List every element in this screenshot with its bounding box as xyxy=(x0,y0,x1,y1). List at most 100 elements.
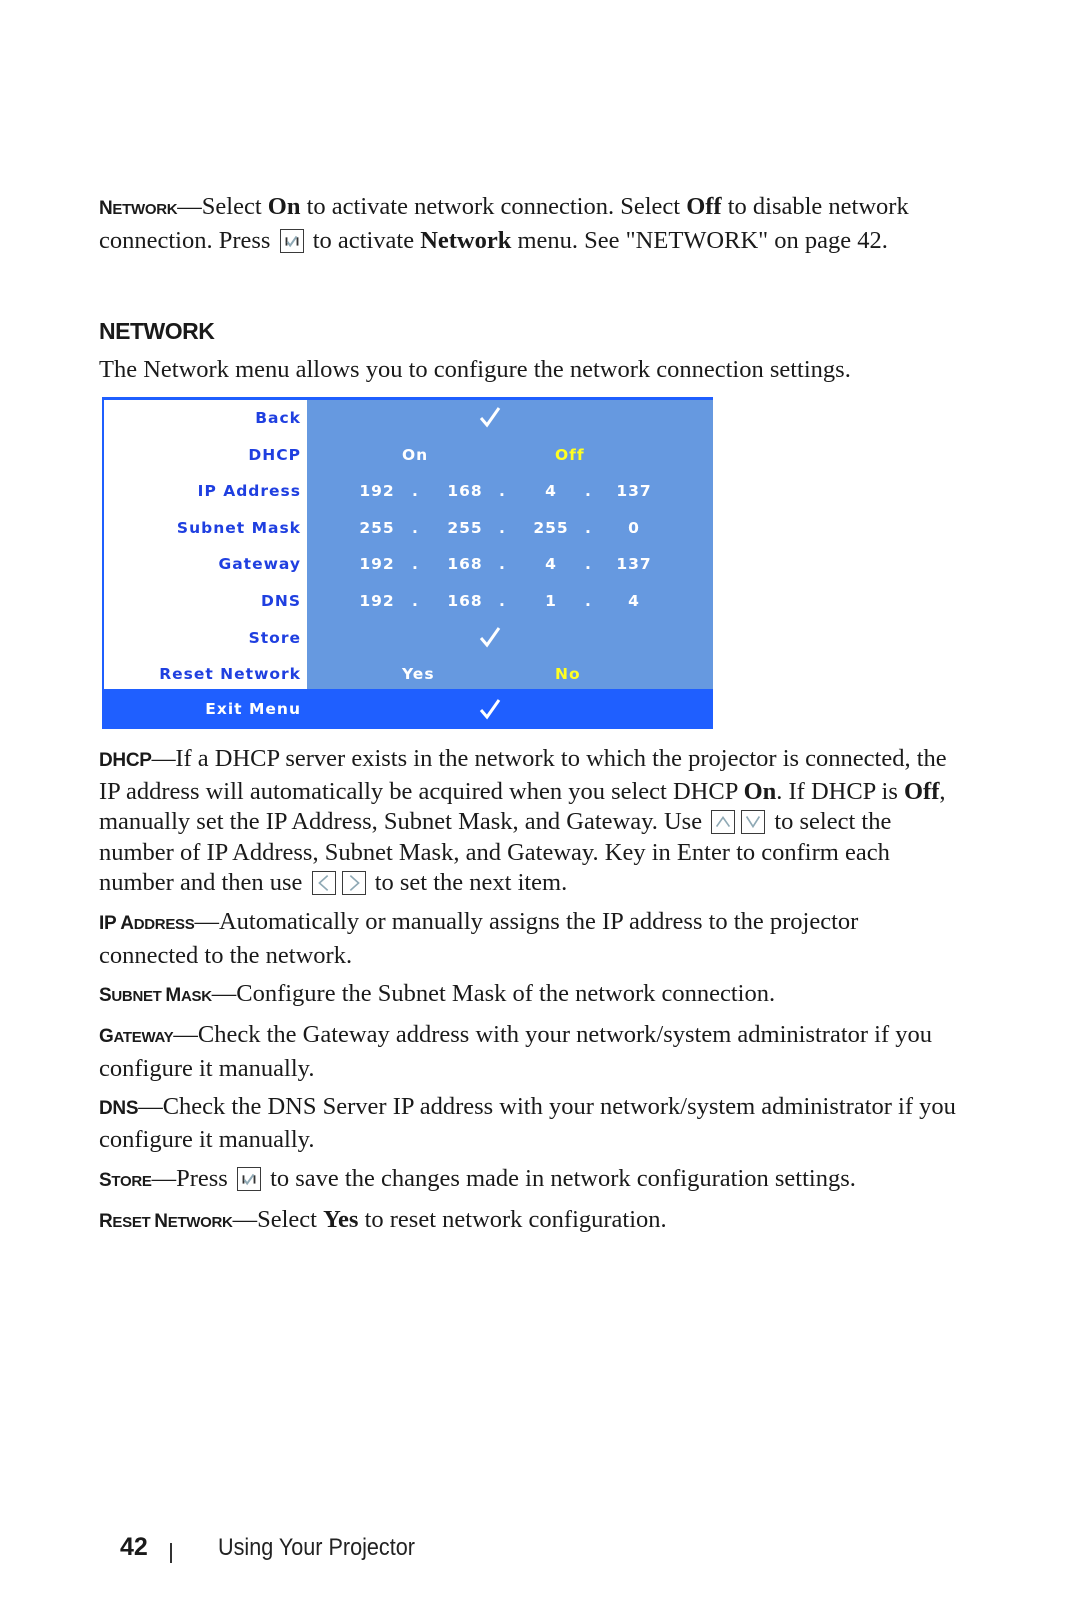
osd-label: Exit Menu xyxy=(205,700,301,718)
checkmark-icon xyxy=(479,626,501,648)
footer-section-title: Using Your Projector xyxy=(218,1534,415,1561)
octet-field[interactable]: 168 xyxy=(445,583,485,620)
network-term: Network xyxy=(420,226,512,254)
osd-label: Subnet Mask xyxy=(176,518,301,537)
octet-separator: . xyxy=(412,555,419,574)
lead-gateway: GATEWAY xyxy=(99,1026,174,1047)
network-osd-menu: Back DHCP On Off IP Address 192 168 4 137... Subn… xyxy=(102,397,713,729)
osd-value-cell[interactable]: 255 255 255 0... xyxy=(307,509,713,547)
osd-value-cell[interactable] xyxy=(307,400,713,437)
octet-field[interactable]: 192 xyxy=(357,583,397,620)
octet-field[interactable]: 168 xyxy=(445,473,485,510)
text: Select xyxy=(257,1206,324,1233)
dash: — xyxy=(151,1165,177,1192)
yes-term: Yes xyxy=(323,1206,359,1233)
gateway-description: GATEWAY—Check the Gateway address with y… xyxy=(99,1020,959,1084)
osd-row-subnet-mask[interactable]: Subnet Mask 255 255 255 0... xyxy=(102,509,713,547)
option-on[interactable]: On xyxy=(402,437,428,474)
octet-field[interactable]: 255 xyxy=(357,510,397,547)
octet-separator: . xyxy=(585,555,592,574)
check-button-icon xyxy=(236,1167,261,1191)
option-no[interactable]: No xyxy=(555,656,581,693)
left-arrow-button-icon xyxy=(311,871,336,895)
dash: — xyxy=(232,1206,258,1233)
octet-separator: . xyxy=(499,555,506,574)
ip-address-description: IP ADDRESS—Automatically or manually ass… xyxy=(99,907,959,971)
octet-separator: . xyxy=(412,592,419,610)
octet-separator: . xyxy=(585,518,592,537)
osd-row-store[interactable]: Store xyxy=(102,619,713,657)
dash: — xyxy=(138,1093,163,1120)
osd-label: DNS xyxy=(260,592,301,610)
down-arrow-button-icon xyxy=(741,810,766,834)
text: Press xyxy=(176,1165,234,1192)
osd-value-cell[interactable]: Yes No xyxy=(307,656,713,693)
osd-label: DHCP xyxy=(248,445,301,464)
option-yes[interactable]: Yes xyxy=(402,656,435,693)
octet-field[interactable]: 192 xyxy=(357,546,397,583)
text: to save the changes made in network conf… xyxy=(263,1165,856,1192)
octet-field[interactable]: 255 xyxy=(445,510,485,547)
octet-field[interactable]: 0 xyxy=(614,510,654,547)
on-term: On xyxy=(267,193,301,220)
osd-value-cell[interactable] xyxy=(307,619,713,657)
lead-ip-address: IP ADDRESS xyxy=(99,913,195,934)
octet-separator: . xyxy=(585,482,592,501)
osd-value-cell[interactable]: 192 168 4 137... xyxy=(307,473,713,510)
octet-field[interactable]: 192 xyxy=(357,473,397,510)
octet-field[interactable]: 168 xyxy=(445,546,485,583)
lead-reset-network: RESET NETWORK xyxy=(99,1211,233,1232)
osd-row-reset-network[interactable]: Reset Network Yes No xyxy=(102,656,713,693)
dhcp-description: DHCP—If a DHCP server exists in the netw… xyxy=(99,744,959,899)
osd-row-dhcp[interactable]: DHCP On Off xyxy=(102,436,713,474)
text: . If DHCP is xyxy=(776,777,904,805)
lead-network: NETWORK xyxy=(99,198,178,219)
text: to reset network configuration. xyxy=(358,1206,667,1233)
text: Select xyxy=(201,193,268,220)
octet-field[interactable]: 4 xyxy=(531,473,571,510)
dns-description: DNS—Check the DNS Server IP address with… xyxy=(99,1092,959,1155)
octet-field[interactable]: 4 xyxy=(614,583,654,620)
octet-separator: . xyxy=(412,482,419,501)
osd-label: Reset Network xyxy=(159,665,301,684)
osd-label: Store xyxy=(248,628,301,647)
octet-separator: . xyxy=(412,518,419,537)
octet-field[interactable]: 4 xyxy=(531,546,571,583)
text: to set the next item. xyxy=(368,869,568,896)
dash: — xyxy=(173,1021,198,1048)
octet-separator: . xyxy=(499,518,506,537)
osd-row-exit-menu[interactable]: Exit Menu xyxy=(102,689,713,729)
osd-row-gateway[interactable]: Gateway 192 168 4 137... xyxy=(102,546,713,583)
osd-value-cell[interactable]: 192 168 1 4... xyxy=(307,583,713,620)
text: Configure the Subnet Mask of the network… xyxy=(236,980,776,1007)
text: menu. See "NETWORK" on page 42. xyxy=(511,226,888,254)
osd-row-ip-address[interactable]: IP Address 192 168 4 137... xyxy=(102,473,713,510)
off-term: Off xyxy=(686,193,722,220)
dash: — xyxy=(151,746,176,772)
osd-row-dns[interactable]: DNS 192 168 1 4... xyxy=(102,583,713,620)
dash: — xyxy=(177,193,202,220)
section-heading: NETWORK xyxy=(99,318,215,344)
octet-field[interactable]: 1 xyxy=(531,583,571,620)
option-off[interactable]: Off xyxy=(555,437,585,474)
checkmark-icon xyxy=(479,699,501,720)
octet-separator: . xyxy=(585,592,592,610)
lead-subnet-mask: SUBNET MASK xyxy=(99,985,212,1006)
osd-label: Back xyxy=(255,409,301,427)
up-arrow-button-icon xyxy=(711,810,736,834)
octet-field[interactable]: 137 xyxy=(614,546,654,583)
text: Check the DNS Server IP address with you… xyxy=(99,1093,956,1153)
octet-separator: . xyxy=(499,482,506,501)
osd-row-back[interactable]: Back xyxy=(102,400,713,437)
lead-store: STORE xyxy=(99,1170,152,1191)
checkmark-icon xyxy=(479,407,501,428)
network-intro-paragraph: NETWORK—Select On to activate network co… xyxy=(99,192,959,256)
osd-value-cell[interactable]: 192 168 4 137... xyxy=(307,546,713,583)
octet-field[interactable]: 137 xyxy=(614,473,654,510)
osd-label: Gateway xyxy=(218,555,301,574)
text: Check the Gateway address with your netw… xyxy=(99,1021,933,1082)
osd-value-cell[interactable]: On Off xyxy=(307,436,713,474)
octet-field[interactable]: 255 xyxy=(531,510,571,547)
dash: — xyxy=(211,980,237,1007)
text: to activate xyxy=(306,226,421,254)
